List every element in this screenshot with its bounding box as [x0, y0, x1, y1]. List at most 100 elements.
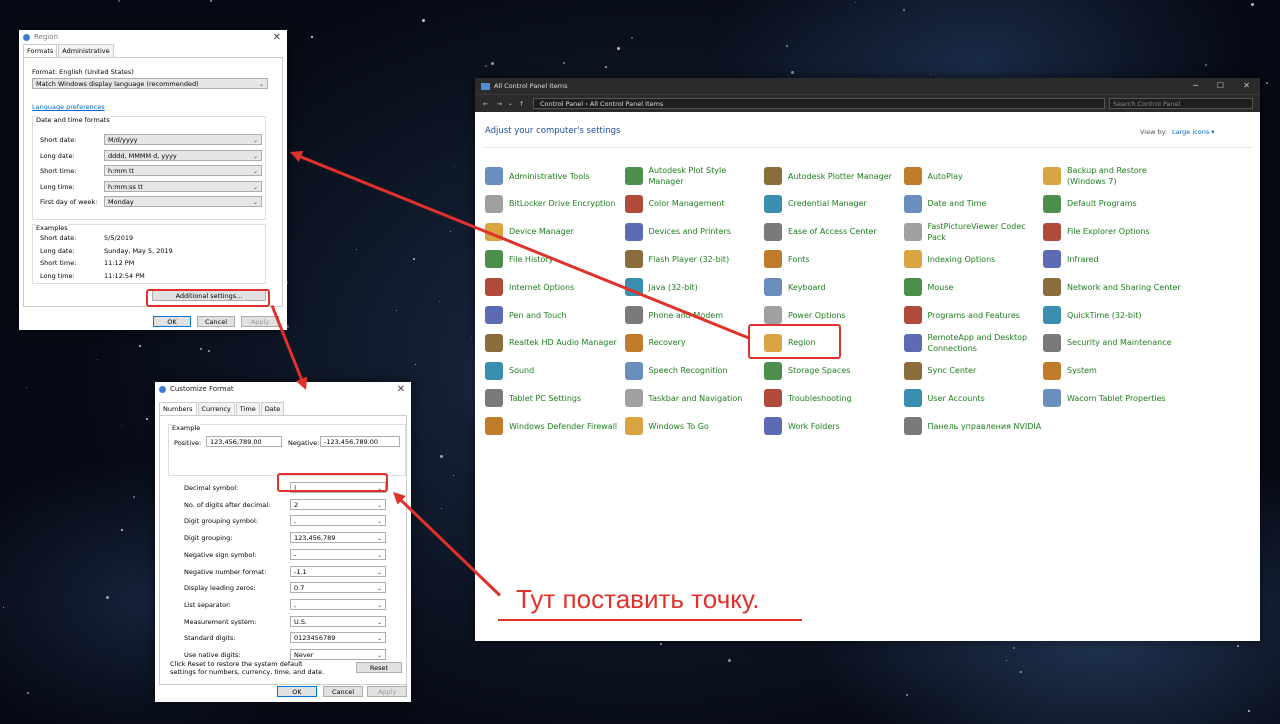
star — [791, 71, 794, 74]
recent-chevron-icon[interactable]: ⌄ — [508, 100, 513, 107]
ok-button[interactable]: OK — [277, 686, 317, 697]
control-panel-item[interactable]: Network and Sharing Center — [1043, 274, 1181, 300]
back-icon[interactable]: ← — [483, 100, 488, 108]
control-panel-item-label: Keyboard — [788, 282, 826, 292]
cancel-button[interactable]: Cancel — [197, 316, 235, 327]
up-icon[interactable]: ↑ — [519, 100, 524, 108]
control-panel-item[interactable]: Devices and Printers — [624, 219, 763, 245]
control-panel-item-label: Network and Sharing Center — [1067, 282, 1181, 292]
control-panel-item[interactable]: Sync Center — [903, 358, 1042, 384]
region-tabs: Formats Administrative — [19, 44, 287, 57]
format-row-select[interactable]: M/d/yyyy ⌄ — [104, 134, 262, 145]
language-preferences-link[interactable]: Language preferences — [32, 103, 105, 111]
tab-administrative[interactable]: Administrative — [58, 44, 114, 57]
annotation-text: Тут поставить точку. — [516, 584, 760, 614]
number-row-select[interactable]: Never ⌄ — [290, 649, 386, 660]
number-row-select[interactable]: 123,456,789 ⌄ — [290, 532, 386, 544]
format-row-select[interactable]: h:mm tt ⌄ — [104, 165, 262, 176]
control-panel-item[interactable]: QuickTime (32-bit) — [1043, 302, 1181, 328]
control-panel-item[interactable]: Taskbar and Navigation — [624, 385, 763, 411]
close-icon[interactable]: ✕ — [397, 384, 405, 395]
control-panel-item[interactable]: Windows To Go — [624, 413, 763, 439]
control-panel-item[interactable]: System — [1043, 358, 1181, 384]
control-panel-item[interactable]: Programs and Features — [903, 302, 1042, 328]
tab-time[interactable]: Time — [235, 402, 260, 415]
region-dialog: Region ✕ Formats Administrative Format: … — [19, 30, 287, 330]
close-icon[interactable]: ✕ — [1243, 81, 1250, 90]
breadcrumb-all-items[interactable]: All Control Panel Items — [590, 100, 663, 108]
number-row-select[interactable]: 0.7 ⌄ — [290, 582, 386, 594]
control-panel-item[interactable]: Mouse — [903, 274, 1042, 300]
control-panel-item[interactable]: Keyboard — [764, 274, 902, 300]
control-panel-item[interactable]: Ease of Access Center — [764, 219, 902, 245]
control-panel-item[interactable]: Autodesk Plot Style Manager — [624, 163, 763, 189]
number-row-select[interactable]: - ⌄ — [290, 548, 386, 560]
forward-icon[interactable]: → — [496, 100, 501, 108]
address-bar[interactable]: Control Panel › All Control Panel Items — [533, 98, 1105, 109]
control-panel-item[interactable]: Administrative Tools — [485, 163, 623, 189]
control-panel-item[interactable]: Fonts — [764, 246, 902, 272]
control-panel-item[interactable]: Date and Time — [903, 191, 1042, 217]
control-panel-item[interactable]: File Explorer Options — [1043, 219, 1181, 245]
control-panel-item[interactable]: Storage Spaces — [764, 358, 902, 384]
ok-button[interactable]: OK — [153, 316, 191, 327]
control-panel-item[interactable]: User Accounts — [903, 385, 1042, 411]
minimize-icon[interactable]: ─ — [1193, 81, 1198, 90]
search-input[interactable]: Search Control Panel — [1109, 98, 1253, 109]
control-panel-icon — [481, 82, 490, 90]
number-row-select[interactable]: , ⌄ — [290, 515, 386, 527]
view-by-select[interactable]: Large icons ▾ — [1172, 128, 1215, 136]
control-panel-item[interactable]: FastPictureViewer Codec Pack — [903, 219, 1042, 245]
control-panel-item[interactable]: Realtek HD Audio Manager — [485, 330, 623, 356]
reset-button[interactable]: Reset — [356, 662, 402, 673]
highlight-region-item — [748, 324, 841, 359]
tab-formats[interactable]: Formats — [23, 44, 58, 57]
chevron-down-icon: ⌄ — [376, 585, 382, 593]
number-row-select[interactable]: U.S. ⌄ — [290, 615, 386, 627]
number-row-select[interactable]: 2 ⌄ — [290, 498, 386, 510]
apply-button[interactable]: Apply — [241, 316, 279, 327]
control-panel-item[interactable]: RemoteApp and Desktop Connections — [903, 330, 1042, 356]
breadcrumb-control-panel[interactable]: Control Panel — [540, 100, 583, 108]
control-panel-item[interactable]: Work Folders — [764, 413, 902, 439]
control-panel-item[interactable]: Credential Manager — [764, 191, 902, 217]
apply-button[interactable]: Apply — [367, 686, 407, 697]
number-row-select[interactable]: 0123456789 ⌄ — [290, 632, 386, 644]
control-panel-item-icon — [1043, 333, 1061, 352]
control-panel-item[interactable]: Infrared — [1043, 246, 1181, 272]
control-panel-item[interactable]: Pen and Touch — [485, 302, 623, 328]
control-panel-item-icon — [1043, 361, 1061, 380]
control-panel-item[interactable]: BitLocker Drive Encryption — [485, 191, 623, 217]
example-value: 11:12 PM — [104, 259, 135, 267]
control-panel-item[interactable]: Default Programs — [1043, 191, 1181, 217]
control-panel-item[interactable]: Tablet PC Settings — [485, 385, 623, 411]
tab-currency[interactable]: Currency — [197, 402, 235, 415]
cancel-button[interactable]: Cancel — [323, 686, 363, 697]
control-panel-item[interactable]: Color Management — [624, 191, 763, 217]
close-icon[interactable]: ✕ — [273, 32, 281, 43]
control-panel-item[interactable]: Sound — [485, 358, 623, 384]
tab-numbers[interactable]: Numbers — [159, 402, 197, 415]
control-panel-item[interactable]: Security and Maintenance — [1043, 330, 1181, 356]
control-panel-item[interactable]: Indexing Options — [903, 246, 1042, 272]
control-panel-item[interactable]: Windows Defender Firewall — [485, 413, 623, 439]
control-panel-item[interactable]: Autodesk Plotter Manager — [764, 163, 902, 189]
format-row-select[interactable]: h:mm:ss tt ⌄ — [104, 180, 262, 192]
control-panel-item[interactable]: Speech Recognition — [624, 358, 763, 384]
control-panel-item[interactable]: Flash Player (32-bit) — [624, 246, 763, 272]
chevron-down-icon: ⌄ — [376, 568, 382, 576]
number-row-select[interactable]: , ⌄ — [290, 598, 386, 610]
control-panel-item[interactable]: AutoPlay — [903, 163, 1042, 189]
format-select[interactable]: Match Windows display language (recommen… — [32, 78, 268, 89]
example-label: Long time: — [40, 271, 75, 280]
control-panel-item[interactable]: Backup and Restore (Windows 7) — [1043, 163, 1181, 189]
maximize-icon[interactable]: ☐ — [1217, 81, 1224, 90]
control-panel-item[interactable]: Wacom Tablet Properties — [1043, 385, 1181, 411]
number-row-select[interactable]: -1.1 ⌄ — [290, 565, 386, 577]
tab-date[interactable]: Date — [260, 402, 285, 415]
control-panel-item[interactable]: Панель управления NVIDIA — [903, 413, 1042, 439]
format-row-select[interactable]: Monday ⌄ — [104, 196, 262, 207]
control-panel-item[interactable]: Troubleshooting — [764, 385, 902, 411]
control-panel-item-label: Color Management — [648, 199, 725, 209]
format-row-select[interactable]: dddd, MMMM d, yyyy ⌄ — [104, 149, 262, 161]
